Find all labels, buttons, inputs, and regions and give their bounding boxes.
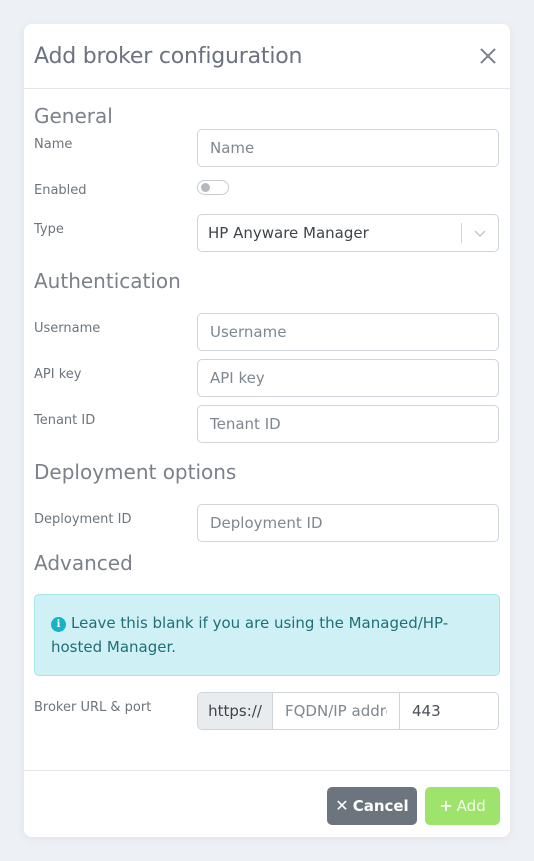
dialog-header: Add broker configuration xyxy=(24,24,510,89)
api-key-label: API key xyxy=(34,367,82,382)
name-label: Name xyxy=(34,137,73,152)
enabled-toggle[interactable] xyxy=(197,180,229,195)
enabled-label: Enabled xyxy=(34,183,87,198)
add-label: Add xyxy=(456,797,486,815)
chevron-down-icon[interactable] xyxy=(462,215,498,251)
close-icon[interactable] xyxy=(476,44,500,68)
type-label: Type xyxy=(34,222,64,237)
plus-icon: + xyxy=(439,796,453,815)
broker-host-input[interactable] xyxy=(273,693,400,729)
broker-url-group: https:// xyxy=(197,692,499,730)
add-button[interactable]: + Add xyxy=(425,787,500,825)
dialog-title: Add broker configuration xyxy=(34,43,303,69)
api-key-input[interactable] xyxy=(197,359,499,397)
close-icon: ✕ xyxy=(335,796,349,815)
type-select-value: HP Anyware Manager xyxy=(208,224,369,242)
cancel-label: Cancel xyxy=(352,797,409,815)
url-scheme-prefix: https:// xyxy=(198,693,273,729)
add-broker-dialog: Add broker configuration General Name En… xyxy=(24,24,510,837)
tenant-id-label: Tenant ID xyxy=(34,413,96,428)
info-alert: i Leave this blank if you are using the M… xyxy=(34,594,500,676)
section-authentication-heading: Authentication xyxy=(34,269,181,293)
broker-url-label: Broker URL & port xyxy=(34,700,152,715)
section-advanced-heading: Advanced xyxy=(34,551,133,575)
deployment-id-label: Deployment ID xyxy=(34,512,132,527)
tenant-id-input[interactable] xyxy=(197,405,499,443)
section-deployment-heading: Deployment options xyxy=(34,460,237,484)
deployment-id-input[interactable] xyxy=(197,504,499,542)
cancel-button[interactable]: ✕ Cancel xyxy=(327,787,417,825)
username-label: Username xyxy=(34,321,101,336)
toggle-knob xyxy=(201,183,210,192)
username-input[interactable] xyxy=(197,313,499,351)
info-icon: i xyxy=(51,617,66,632)
type-select[interactable]: HP Anyware Manager xyxy=(197,214,499,252)
broker-port-input[interactable] xyxy=(400,693,498,729)
alert-text: Leave this blank if you are using the Ma… xyxy=(51,614,449,656)
dialog-footer: ✕ Cancel + Add xyxy=(24,770,510,837)
section-general-heading: General xyxy=(34,104,113,128)
name-input[interactable] xyxy=(197,129,499,167)
